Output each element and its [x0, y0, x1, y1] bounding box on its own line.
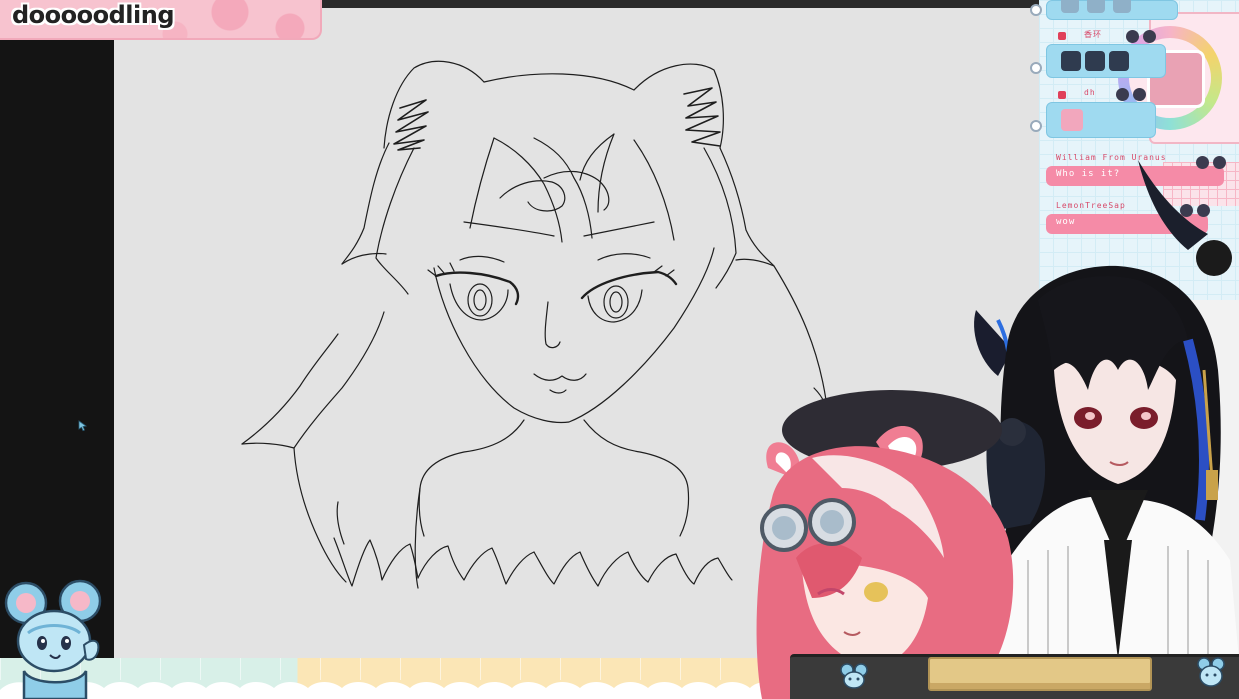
- emote-icon: [1061, 51, 1081, 71]
- mouse-mascot-icon: [840, 663, 868, 689]
- chat-marker: [1030, 62, 1042, 74]
- pen-cursor-icon: [78, 420, 88, 432]
- emote-icon: [1109, 51, 1129, 71]
- mouse-mascot-icon: [1197, 657, 1225, 687]
- chat-marker: [1030, 120, 1042, 132]
- stream-title: dooooodling: [12, 1, 175, 29]
- mouse-ears-icon: [1116, 88, 1146, 102]
- title-tab: dooooodling: [0, 0, 322, 40]
- toolbar-slot: [928, 657, 1152, 691]
- chat-username: dh: [1084, 88, 1096, 97]
- emote-icon: [1085, 51, 1105, 71]
- stream-layout: dooooodling 香环 dh William From Uranus Wh…: [0, 0, 1239, 699]
- blue-mouse-mascot-icon: [4, 579, 102, 699]
- mouse-ears-icon: [1126, 30, 1156, 44]
- emote-icon: [1113, 0, 1131, 13]
- chat-emote-bubble: [1046, 102, 1156, 138]
- streamer-avatar-pink-hair: [756, 390, 1014, 699]
- chat-user-badge: [1058, 91, 1066, 99]
- chat-emote-bubble: [1046, 0, 1178, 20]
- emote-icon: [1061, 109, 1083, 131]
- emote-icon: [1087, 0, 1105, 13]
- top-frame-strip: [322, 0, 1039, 8]
- chat-emote-bubble: [1046, 44, 1166, 78]
- chat-username: 香环: [1084, 30, 1102, 39]
- chat-marker: [1030, 4, 1042, 16]
- chat-user-badge: [1058, 32, 1066, 40]
- emote-icon: [1061, 0, 1079, 13]
